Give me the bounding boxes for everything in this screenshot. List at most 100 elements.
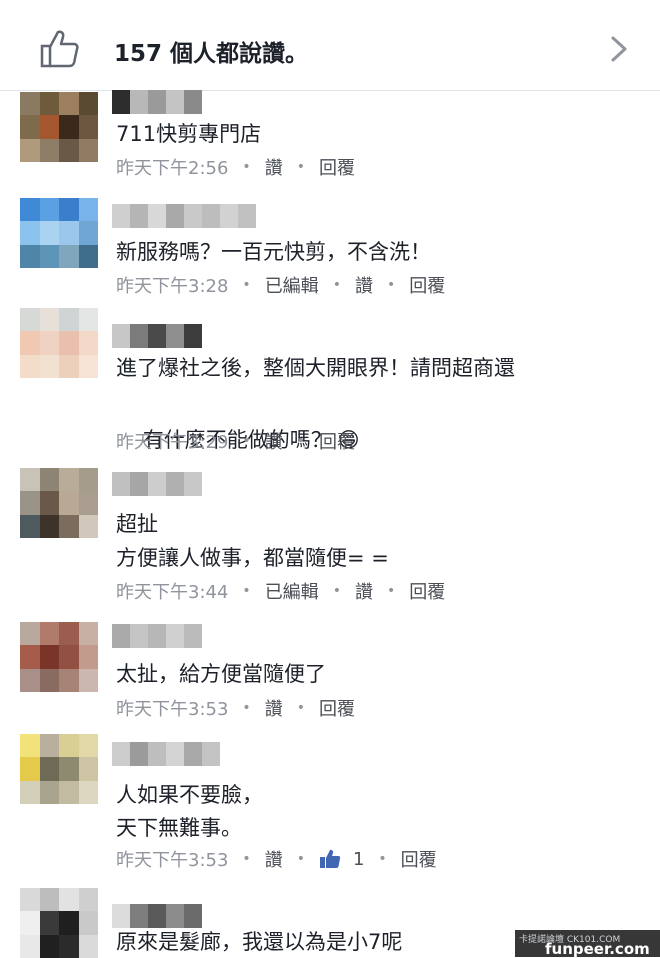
comment-meta: 昨天下午3:44 • 已編輯 • 讚 • 回覆 bbox=[116, 578, 445, 604]
like-link[interactable]: 讚 bbox=[355, 578, 373, 604]
name-pixel bbox=[148, 90, 166, 114]
avatar-pixel bbox=[59, 92, 79, 116]
avatar-pixel bbox=[59, 198, 79, 222]
comment-time[interactable]: 昨天下午3:53 bbox=[116, 846, 228, 872]
like-link[interactable]: 讚 bbox=[265, 428, 283, 454]
name-pixel bbox=[112, 904, 130, 928]
avatar-pixel bbox=[78, 468, 98, 492]
avatar-pixel bbox=[59, 244, 79, 268]
like-count[interactable]: 1 bbox=[353, 849, 364, 870]
commenter-name[interactable] bbox=[112, 624, 202, 648]
edited-link[interactable]: 已編輯 bbox=[265, 578, 319, 604]
avatar-pixel bbox=[78, 244, 98, 268]
avatar[interactable] bbox=[20, 734, 98, 804]
name-pixel bbox=[130, 624, 148, 648]
separator-dot: • bbox=[296, 851, 305, 867]
name-pixel bbox=[130, 204, 148, 228]
comment-time[interactable]: 昨天下午3:29 bbox=[116, 428, 228, 454]
avatar-pixel bbox=[39, 491, 59, 515]
avatar[interactable] bbox=[20, 92, 98, 162]
comment-text-line: 711快剪專門店 bbox=[116, 122, 262, 146]
like-link[interactable]: 讚 bbox=[265, 846, 283, 872]
name-pixel bbox=[130, 742, 148, 766]
avatar-pixel bbox=[39, 934, 59, 958]
comment-time[interactable]: 昨天下午3:28 bbox=[116, 272, 228, 298]
avatar-pixel bbox=[78, 888, 98, 912]
avatar[interactable] bbox=[20, 622, 98, 692]
name-pixel bbox=[130, 324, 148, 348]
reply-link[interactable]: 回覆 bbox=[409, 272, 445, 298]
avatar-pixel bbox=[20, 734, 40, 758]
avatar-pixel bbox=[20, 622, 40, 646]
likes-header[interactable]: 157 個人都說讚。 bbox=[0, 0, 660, 91]
avatar-pixel bbox=[39, 354, 59, 378]
like-link[interactable]: 讚 bbox=[265, 154, 283, 180]
like-count-text[interactable]: 157 個人都說讚。 bbox=[114, 34, 308, 68]
avatar[interactable] bbox=[20, 468, 98, 538]
avatar-pixel bbox=[39, 888, 59, 912]
avatar-pixel bbox=[39, 308, 59, 332]
name-pixel bbox=[112, 324, 130, 348]
commenter-name[interactable] bbox=[112, 324, 202, 348]
avatar-pixel bbox=[59, 622, 79, 646]
avatar[interactable] bbox=[20, 888, 98, 958]
avatar-pixel bbox=[59, 734, 79, 758]
name-pixel bbox=[148, 624, 166, 648]
commenter-name[interactable] bbox=[112, 472, 202, 496]
avatar-pixel bbox=[78, 514, 98, 538]
comment-text-line: 超扯 bbox=[116, 512, 158, 536]
reply-link[interactable]: 回覆 bbox=[401, 846, 437, 872]
avatar-pixel bbox=[20, 308, 40, 332]
separator-dot: • bbox=[242, 700, 251, 716]
avatar-pixel bbox=[20, 244, 40, 268]
commenter-name[interactable] bbox=[112, 742, 220, 766]
edited-link[interactable]: 已編輯 bbox=[265, 272, 319, 298]
commenter-name[interactable] bbox=[112, 90, 202, 114]
avatar-pixel bbox=[20, 354, 40, 378]
avatar-pixel bbox=[78, 138, 98, 162]
comment-time[interactable]: 昨天下午3:44 bbox=[116, 578, 228, 604]
reply-link[interactable]: 回覆 bbox=[319, 154, 355, 180]
avatar-pixel bbox=[20, 115, 40, 139]
avatar-pixel bbox=[78, 757, 98, 781]
name-pixel bbox=[238, 204, 256, 228]
avatar-pixel bbox=[20, 198, 40, 222]
reply-link[interactable]: 回覆 bbox=[319, 428, 355, 454]
avatar-pixel bbox=[78, 115, 98, 139]
reply-link[interactable]: 回覆 bbox=[319, 695, 355, 721]
avatar-pixel bbox=[39, 757, 59, 781]
avatar-pixel bbox=[20, 645, 40, 669]
separator-dot: • bbox=[296, 700, 305, 716]
avatar-pixel bbox=[59, 308, 79, 332]
name-pixel bbox=[112, 624, 130, 648]
avatar-pixel bbox=[78, 911, 98, 935]
avatar-pixel bbox=[39, 668, 59, 692]
like-link[interactable]: 讚 bbox=[355, 272, 373, 298]
commenter-name[interactable] bbox=[112, 204, 256, 228]
name-pixel bbox=[148, 904, 166, 928]
comment-meta: 昨天下午2:56 • 讚 • 回覆 bbox=[116, 154, 355, 180]
name-pixel bbox=[112, 472, 130, 496]
comment-meta: 昨天下午3:29 • 讚 • 回覆 bbox=[116, 428, 355, 454]
like-link[interactable]: 讚 bbox=[265, 695, 283, 721]
commenter-name[interactable] bbox=[112, 904, 202, 928]
chevron-right-icon[interactable] bbox=[610, 35, 628, 63]
name-pixel bbox=[184, 742, 202, 766]
comment-meta: 昨天下午3:28 • 已編輯 • 讚 • 回覆 bbox=[116, 272, 445, 298]
avatar[interactable] bbox=[20, 198, 98, 268]
reply-link[interactable]: 回覆 bbox=[409, 578, 445, 604]
avatar-pixel bbox=[78, 780, 98, 804]
avatar-pixel bbox=[20, 468, 40, 492]
avatar-pixel bbox=[78, 308, 98, 332]
name-pixel bbox=[184, 324, 202, 348]
comment-time[interactable]: 昨天下午2:56 bbox=[116, 154, 228, 180]
comment-time[interactable]: 昨天下午3:53 bbox=[116, 695, 228, 721]
avatar-pixel bbox=[20, 934, 40, 958]
watermark: 卡提諾論壇 CK101.COM funpeer.com bbox=[515, 930, 660, 958]
avatar-pixel bbox=[20, 138, 40, 162]
avatar[interactable] bbox=[20, 308, 98, 378]
comment-text-line: 天下無難事。 bbox=[116, 816, 242, 840]
name-pixel bbox=[166, 624, 184, 648]
name-pixel bbox=[184, 904, 202, 928]
avatar-pixel bbox=[20, 331, 40, 355]
